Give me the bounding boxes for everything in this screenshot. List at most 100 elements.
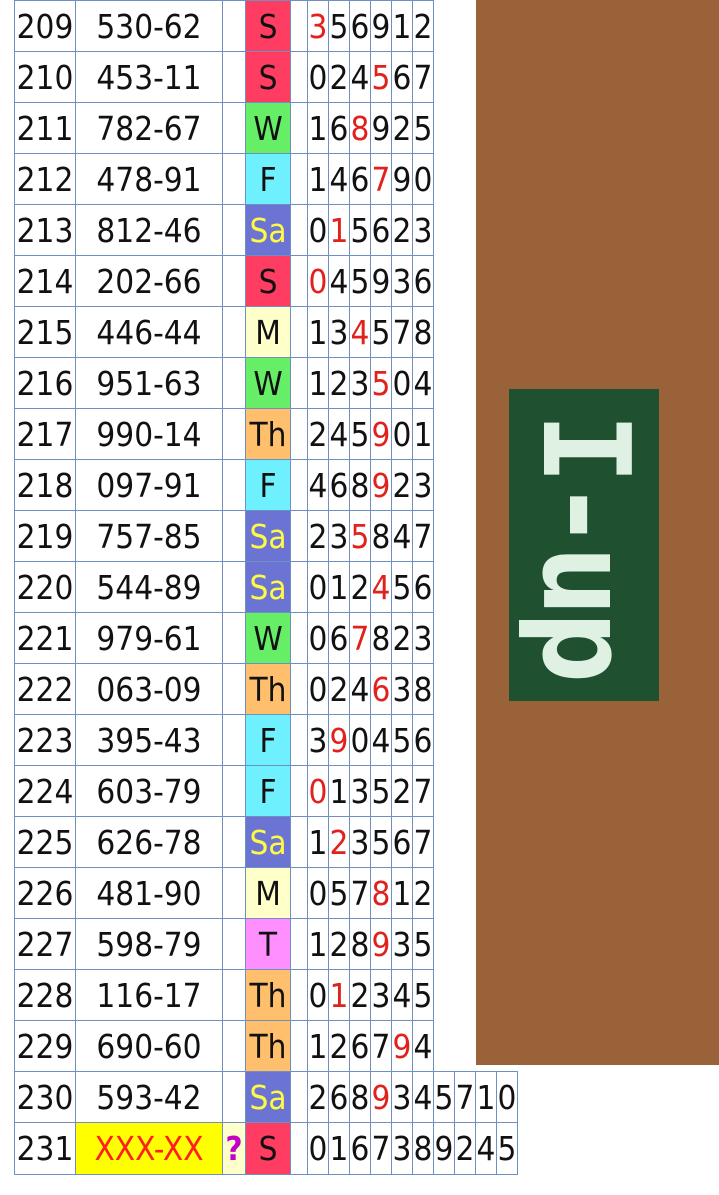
- empty-cell: [434, 358, 455, 409]
- digit-cell: 3: [328, 510, 350, 562]
- empty-cell: [497, 358, 518, 409]
- table-row: 215 446-44 M 1 3 4 5 7 8: [14, 306, 518, 358]
- empty-cell: [455, 868, 476, 919]
- empty-cell: [476, 970, 497, 1021]
- spacer-cell: [290, 255, 308, 307]
- empty-cell: [476, 715, 497, 766]
- digit-cell: 5: [370, 816, 392, 868]
- digit-cell: 2: [328, 51, 350, 103]
- result-cell: 598-79: [75, 918, 223, 970]
- empty-cell: [497, 868, 518, 919]
- empty-cell: [455, 1021, 476, 1072]
- digit-cell: 9: [370, 255, 392, 307]
- table-row: 219 757-85 Sa 2 3 5 8 4 7: [14, 510, 518, 562]
- empty-cell: [455, 817, 476, 868]
- digit-cell: 5: [370, 306, 392, 358]
- day-badge: M: [245, 306, 291, 358]
- digit-cell: 3: [412, 204, 434, 256]
- digit-cell: 1: [328, 765, 350, 817]
- table-row: 231 XXX-XX? S 0 1 6 7 3 8 9 2 4 5: [14, 1122, 518, 1175]
- table-row: 223 395-43 F 3 9 0 4 5 6: [14, 714, 518, 766]
- digit-cell: 1: [391, 0, 413, 52]
- result-cell: 603-79: [75, 765, 223, 817]
- day-badge: S: [245, 255, 291, 307]
- empty-cell: [434, 52, 455, 103]
- empty-cell: [434, 766, 455, 817]
- row-number: 224: [14, 765, 76, 817]
- empty-cell: [455, 511, 476, 562]
- digit-cell: 3: [391, 1071, 413, 1123]
- spacer-cell: [290, 714, 308, 766]
- digit-cell: 4: [328, 255, 350, 307]
- day-badge: Th: [245, 969, 291, 1021]
- digit-cell: 1: [328, 561, 350, 613]
- digit-cell: 0: [307, 765, 329, 817]
- digit-cell: 5: [391, 714, 413, 766]
- question-cell: ?: [222, 1122, 246, 1175]
- spacer-cell: [290, 1071, 308, 1123]
- digit-cell: 1: [307, 1020, 329, 1072]
- empty-cell: [497, 256, 518, 307]
- digit-cell: 2: [328, 816, 350, 868]
- row-number: 220: [14, 561, 76, 613]
- result-cell: 453-11: [75, 51, 223, 103]
- result-cell: 990-14: [75, 408, 223, 460]
- digit-cell: 5: [496, 1122, 518, 1175]
- empty-cell: [434, 664, 455, 715]
- empty-cell: [497, 409, 518, 460]
- day-badge: S: [245, 51, 291, 103]
- digit-cell: 1: [412, 408, 434, 460]
- empty-cell: [434, 460, 455, 511]
- empty-cell: [497, 970, 518, 1021]
- empty-cell: [497, 511, 518, 562]
- spacer-cell: [290, 408, 308, 460]
- empty-cell: [497, 1021, 518, 1072]
- day-badge: F: [245, 153, 291, 205]
- digit-cell: 2: [328, 357, 350, 409]
- digit-cell: 2: [391, 204, 413, 256]
- row-number: 225: [14, 816, 76, 868]
- result-cell: 979-61: [75, 612, 223, 664]
- digit-cell: 0: [307, 969, 329, 1021]
- result-cell: 202-66: [75, 255, 223, 307]
- empty-cell: [476, 154, 497, 205]
- digit-cell: 3: [307, 714, 329, 766]
- digit-cell: 9: [391, 1020, 413, 1072]
- day-badge: W: [245, 102, 291, 154]
- row-number: 213: [14, 204, 76, 256]
- digit-cell: 8: [349, 1071, 371, 1123]
- digit-cell: 1: [328, 969, 350, 1021]
- empty-cell: [434, 970, 455, 1021]
- digit-cell: 3: [412, 612, 434, 664]
- digit-cell: 8: [412, 306, 434, 358]
- digit-cell: 8: [370, 510, 392, 562]
- digit-cell: 4: [412, 357, 434, 409]
- question-cell: [222, 612, 246, 664]
- brand-label: I-up: [515, 412, 654, 678]
- spacer-cell: [290, 561, 308, 613]
- result-cell: 097-91: [75, 459, 223, 511]
- table-row: 229 690-60 Th 1 2 6 7 9 4: [14, 1020, 518, 1072]
- empty-cell: [434, 511, 455, 562]
- empty-cell: [455, 52, 476, 103]
- empty-cell: [434, 409, 455, 460]
- digit-cell: 7: [412, 51, 434, 103]
- empty-cell: [434, 1, 455, 52]
- empty-cell: [497, 766, 518, 817]
- empty-cell: [455, 970, 476, 1021]
- empty-cell: [497, 613, 518, 664]
- result-cell: 812-46: [75, 204, 223, 256]
- digit-cell: 2: [328, 918, 350, 970]
- empty-cell: [476, 256, 497, 307]
- empty-cell: [434, 103, 455, 154]
- question-cell: [222, 255, 246, 307]
- result-cell: 626-78: [75, 816, 223, 868]
- spacer-cell: [290, 357, 308, 409]
- digit-cell: 4: [412, 1020, 434, 1072]
- result-cell: 757-85: [75, 510, 223, 562]
- digit-cell: 9: [391, 153, 413, 205]
- digit-cell: 5: [433, 1071, 455, 1123]
- digit-cell: 5: [349, 255, 371, 307]
- row-number: 228: [14, 969, 76, 1021]
- digit-cell: 7: [454, 1071, 476, 1123]
